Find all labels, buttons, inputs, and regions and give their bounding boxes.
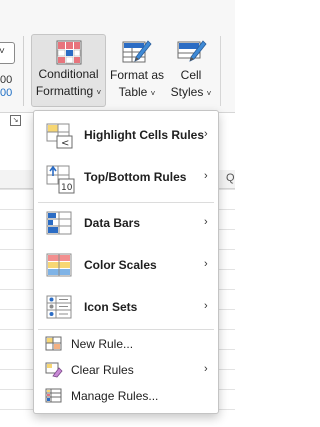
- data-bars-icon: [46, 211, 72, 235]
- menu-item-new-rule[interactable]: New Rule...: [34, 331, 218, 357]
- svg-text:10: 10: [61, 183, 73, 193]
- submenu-arrow-icon: ›: [204, 216, 208, 228]
- menu-item-highlight-cells-rules[interactable]: < Highlight Cells Rules ›: [34, 115, 218, 157]
- menu-item-color-scales[interactable]: Color Scales ›: [34, 245, 218, 287]
- menu-item-label: Icon Sets: [84, 300, 138, 314]
- submenu-arrow-icon: ›: [204, 170, 208, 182]
- format-as-table-line2: Table: [118, 85, 148, 99]
- conditional-formatting-line2: Formatting: [35, 84, 94, 98]
- svg-text:<: <: [61, 138, 69, 149]
- menu-item-top-bottom-rules[interactable]: 10 Top/Bottom Rules ›: [34, 157, 218, 199]
- highlight-cells-rules-icon: <: [46, 123, 73, 149]
- ribbon-group-separator: [220, 36, 221, 106]
- number-format-dropdown[interactable]: ˅: [0, 42, 15, 64]
- menu-item-clear-rules[interactable]: Clear Rules ›: [34, 357, 218, 383]
- menu-separator: [38, 329, 214, 330]
- cell-styles-icon: [177, 40, 207, 62]
- menu-item-label: New Rule...: [71, 337, 134, 351]
- submenu-arrow-icon: ›: [204, 300, 208, 312]
- format-as-table-icon: [122, 40, 152, 63]
- color-scales-icon: [46, 253, 72, 277]
- menu-item-label: Color Scales: [84, 258, 157, 272]
- new-rule-icon: [45, 336, 62, 351]
- menu-item-label: Data Bars: [84, 216, 141, 230]
- conditional-formatting-menu: < Highlight Cells Rules › 10 Top/Bottom …: [33, 110, 219, 414]
- cell-styles-button[interactable]: Cell Styles ˅: [168, 34, 214, 105]
- chevron-down-icon: ˅: [96, 88, 102, 97]
- submenu-arrow-icon: ›: [204, 258, 208, 270]
- cell-styles-line2-wrap: Styles ˅: [168, 84, 214, 102]
- cell-styles-line1: Cell: [180, 68, 202, 82]
- ribbon-group-separator: [23, 36, 24, 106]
- conditional-formatting-line1: Conditional: [38, 67, 99, 81]
- menu-item-icon-sets[interactable]: Icon Sets ›: [34, 287, 218, 329]
- cell-styles-line2: Styles: [170, 85, 204, 99]
- increase-decimal-label: 00: [0, 74, 13, 86]
- manage-rules-icon: [45, 388, 62, 403]
- column-header-q[interactable]: Q: [226, 172, 235, 184]
- top-bottom-rules-icon: 10: [46, 165, 75, 194]
- format-as-table-line1: Format as: [110, 68, 165, 82]
- menu-item-label: Top/Bottom Rules: [84, 170, 187, 184]
- decimal-buttons-partial[interactable]: 00 00: [0, 74, 12, 100]
- icon-sets-icon: [46, 295, 72, 319]
- menu-item-label: Clear Rules: [71, 363, 134, 377]
- conditional-formatting-button[interactable]: Conditional Formatting ˅: [31, 34, 106, 107]
- decrease-decimal-label: 00: [0, 87, 13, 99]
- conditional-formatting-line2-wrap: Formatting ˅: [32, 83, 105, 101]
- menu-item-manage-rules[interactable]: Manage Rules...: [34, 383, 218, 409]
- menu-item-label: Highlight Cells Rules: [84, 128, 205, 142]
- chevron-down-icon: ˅: [150, 89, 156, 98]
- format-as-table-button[interactable]: Format as Table ˅: [110, 34, 164, 105]
- conditional-formatting-icon: [56, 40, 81, 65]
- menu-item-label: Manage Rules...: [71, 389, 159, 403]
- format-as-table-line2-wrap: Table ˅: [110, 84, 164, 102]
- menu-item-data-bars[interactable]: Data Bars ›: [34, 203, 218, 245]
- clear-rules-icon: [45, 362, 63, 378]
- chevron-down-icon: ˅: [0, 46, 5, 57]
- chevron-down-icon: ˅: [206, 89, 212, 98]
- submenu-arrow-icon: ›: [204, 363, 208, 375]
- dialog-launcher-icon[interactable]: ↘: [10, 115, 21, 126]
- submenu-arrow-icon: ›: [204, 128, 208, 140]
